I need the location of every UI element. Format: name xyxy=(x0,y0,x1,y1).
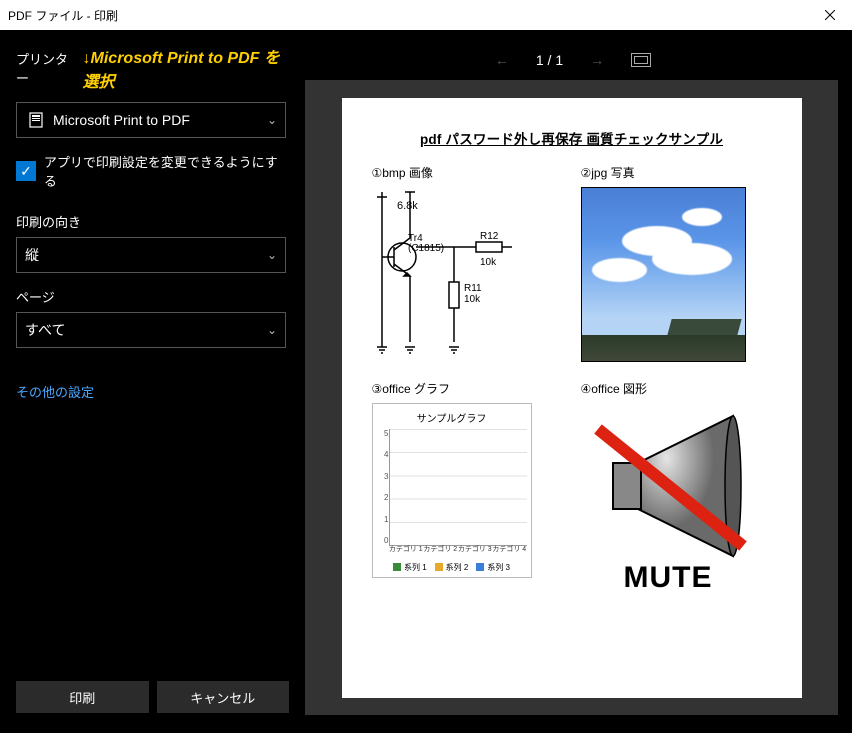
heading-jpg: ②jpg 写真 xyxy=(581,164,772,181)
window-title: PDF ファイル - 印刷 xyxy=(8,7,118,24)
chart-bars xyxy=(389,429,527,546)
schematic-label: 6.8k xyxy=(397,200,418,212)
printer-select[interactable]: Microsoft Print to PDF ⌄ xyxy=(16,102,286,138)
cell-shape: ④office 図形 xyxy=(581,380,772,603)
schematic-image: 6.8k Tr4 (C1815) R12 10k R11 10k xyxy=(372,187,522,357)
speaker-mute-icon xyxy=(583,411,753,561)
orientation-select[interactable]: 縦 ⌄ xyxy=(16,237,286,273)
chart-title: サンプルグラフ xyxy=(377,410,527,425)
cell-bmp: ①bmp 画像 xyxy=(372,164,563,362)
chevron-down-icon: ⌄ xyxy=(267,323,277,337)
cell-chart: ③office グラフ サンプルグラフ 543210 カテゴリ 1カテゴリ 2カ… xyxy=(372,380,563,603)
chart-legend: 系列 1系列 2系列 3 xyxy=(377,562,527,573)
printer-select-value: Microsoft Print to PDF xyxy=(47,112,267,128)
titlebar: PDF ファイル - 印刷 xyxy=(0,0,852,30)
checkbox-checked-icon: ✓ xyxy=(16,161,36,181)
doc-row-1: ①bmp 画像 xyxy=(372,164,772,362)
print-button[interactable]: 印刷 xyxy=(16,681,149,713)
orientation-value: 縦 xyxy=(25,245,267,265)
schematic-label: 10k xyxy=(480,257,497,268)
heading-chart: ③office グラフ xyxy=(372,380,563,397)
printer-row: プリンター ↓Microsoft Print to PDF を選択 xyxy=(16,44,289,92)
preview-frame: pdf パスワード外し再保存 画質チェックサンプル ①bmp 画像 xyxy=(305,80,838,715)
chart-yaxis: 543210 xyxy=(377,429,389,560)
mute-label: MUTE xyxy=(624,561,713,595)
preview-toolbar: ← 1 / 1 → xyxy=(305,40,838,80)
printer-annotation: ↓Microsoft Print to PDF を選択 xyxy=(83,44,289,92)
prev-page-button[interactable]: ← xyxy=(492,52,512,68)
heading-bmp: ①bmp 画像 xyxy=(372,164,563,181)
cancel-button[interactable]: キャンセル xyxy=(157,681,290,713)
dialog-body: プリンター ↓Microsoft Print to PDF を選択 Micros… xyxy=(0,30,852,733)
close-button[interactable] xyxy=(807,0,852,30)
printer-label: プリンター xyxy=(16,49,75,87)
settings-sidebar: プリンター ↓Microsoft Print to PDF を選択 Micros… xyxy=(0,30,305,733)
schematic-label: (C1815) xyxy=(408,243,444,254)
allow-app-change-label: アプリで印刷設定を変更できるようにする xyxy=(44,152,289,190)
chart-plot: 543210 カテゴリ 1カテゴリ 2カテゴリ 3カテゴリ 4 xyxy=(377,429,527,560)
schematic-label: R11 xyxy=(464,283,482,294)
jpg-photo xyxy=(581,187,746,362)
mute-shape: MUTE xyxy=(581,403,756,603)
close-icon xyxy=(825,10,835,20)
sample-chart: サンプルグラフ 543210 カテゴリ 1カテゴリ 2カテゴリ 3カテゴリ 4 … xyxy=(372,403,532,578)
doc-title: pdf パスワード外し再保存 画質チェックサンプル xyxy=(372,128,772,148)
pages-label: ページ xyxy=(16,287,289,306)
preview-page: pdf パスワード外し再保存 画質チェックサンプル ①bmp 画像 xyxy=(342,98,802,698)
chevron-down-icon: ⌄ xyxy=(267,113,277,127)
pages-value: すべて xyxy=(25,320,267,340)
schematic-label: R12 xyxy=(480,231,499,242)
doc-row-2: ③office グラフ サンプルグラフ 543210 カテゴリ 1カテゴリ 2カ… xyxy=(372,380,772,603)
cell-jpg: ②jpg 写真 xyxy=(581,164,772,362)
allow-app-change-checkbox[interactable]: ✓ アプリで印刷設定を変更できるようにする xyxy=(16,152,289,190)
more-settings-link[interactable]: その他の設定 xyxy=(16,382,289,401)
pages-select[interactable]: すべて ⌄ xyxy=(16,312,286,348)
chart-xaxis: カテゴリ 1カテゴリ 2カテゴリ 3カテゴリ 4 xyxy=(389,546,527,560)
preview-pane: ← 1 / 1 → pdf パスワード外し再保存 画質チェックサンプル ①bmp… xyxy=(305,30,852,733)
heading-shape: ④office 図形 xyxy=(581,380,772,397)
chevron-down-icon: ⌄ xyxy=(267,248,277,262)
next-page-button[interactable]: → xyxy=(587,52,607,68)
orientation-label: 印刷の向き xyxy=(16,212,289,231)
page-counter: 1 / 1 xyxy=(536,52,563,68)
button-bar: 印刷 キャンセル xyxy=(16,681,289,719)
fit-page-button[interactable] xyxy=(631,53,651,67)
printer-icon xyxy=(25,111,47,129)
schematic-label: 10k xyxy=(464,294,481,305)
print-dialog: PDF ファイル - 印刷 プリンター ↓Microsoft Print to … xyxy=(0,0,852,733)
